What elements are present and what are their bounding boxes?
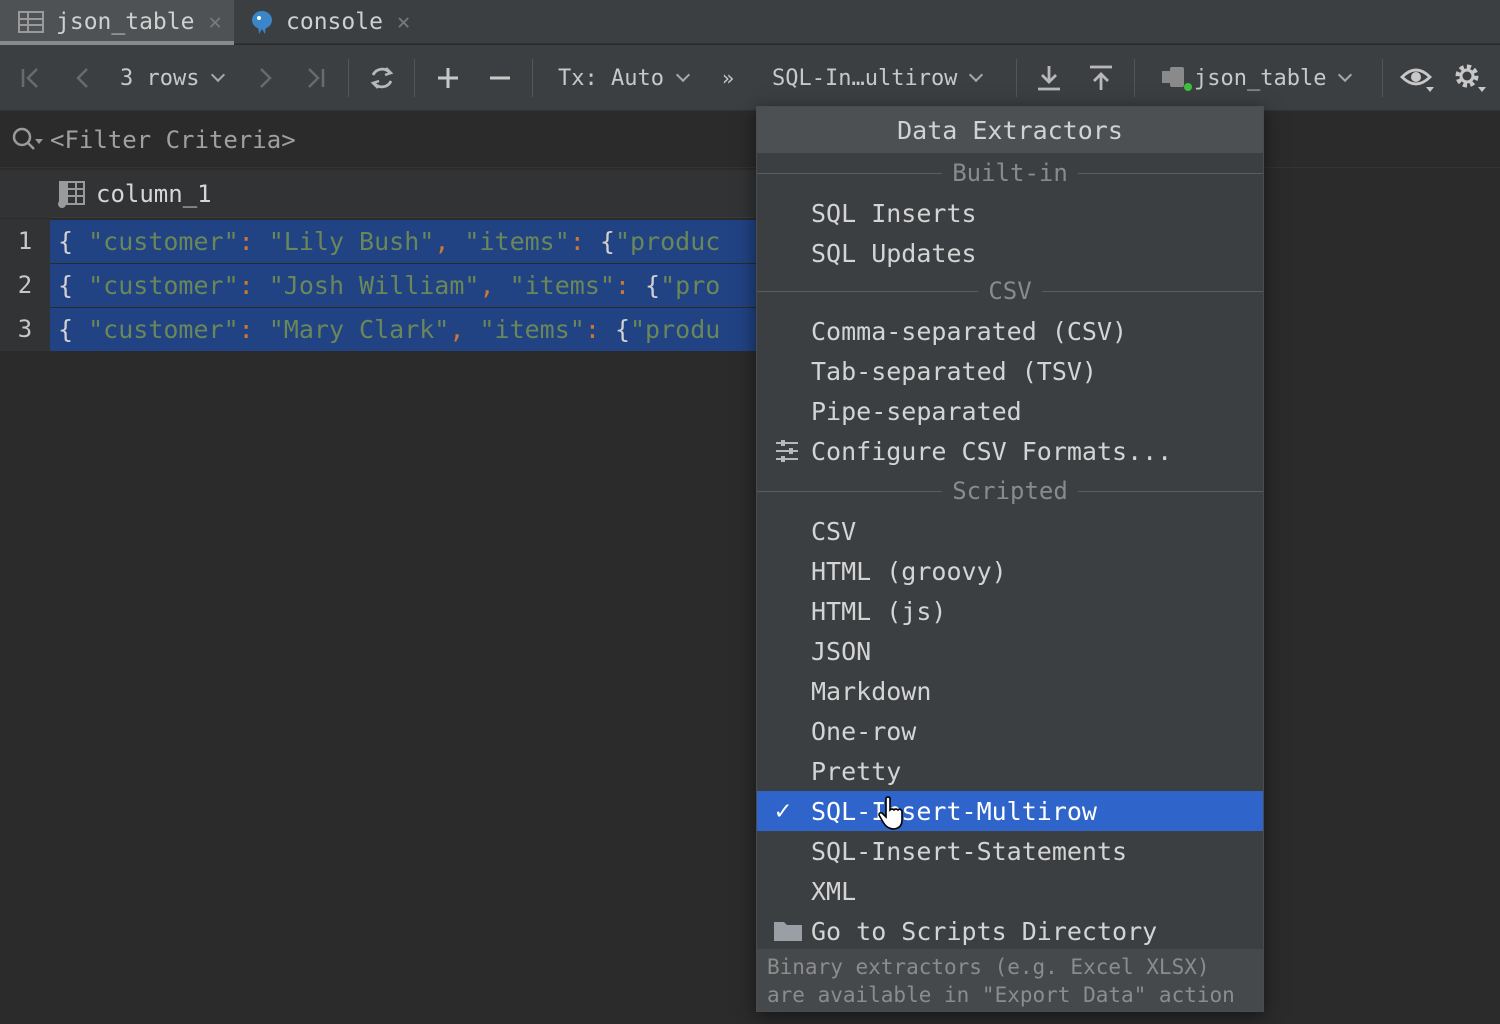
section-built-in: Built-in [757,153,1263,193]
tab-console[interactable]: console ✕ [250,0,430,44]
tab-label: console [286,9,383,35]
previous-page-icon[interactable] [72,45,94,111]
menu-item-tsv[interactable]: Tab-separated (TSV) [757,351,1263,391]
last-page-icon[interactable] [302,45,328,111]
filter-criteria-input[interactable]: <Filter Criteria> [50,126,296,154]
table-cell[interactable]: { "customer": "Josh William", "items": {… [50,263,760,307]
menu-item-one-row[interactable]: One-row [757,711,1263,751]
datasource-label: json_table [1194,65,1327,91]
close-icon[interactable]: ✕ [208,10,221,35]
search-icon [12,127,43,150]
chevron-down-icon [675,67,691,83]
menu-item-xml[interactable]: XML [757,871,1263,911]
transaction-mode-dropdown[interactable]: Tx: Auto [558,45,691,111]
data-extractors-popup: Data Extractors Built-in SQL Inserts SQL… [756,106,1264,1012]
add-row-icon[interactable] [434,45,462,111]
refresh-icon[interactable] [368,45,396,111]
menu-item-csv[interactable]: Comma-separated (CSV) [757,311,1263,351]
table-icon [18,11,44,33]
more-actions-icon[interactable]: » [722,45,734,111]
grid-corner [0,169,50,218]
delete-row-icon[interactable] [486,45,514,111]
menu-item-pretty[interactable]: Pretty [757,751,1263,791]
menu-item-sql-inserts[interactable]: SQL Inserts [757,193,1263,233]
menu-item-sql-updates[interactable]: SQL Updates [757,233,1263,273]
folder-icon [773,911,803,951]
next-page-icon[interactable] [254,45,276,111]
menu-item-sql-insert-multirow[interactable]: ✓ SQL-Insert-Multirow [757,791,1263,831]
rows-count-label: 3 rows [120,65,200,91]
close-icon[interactable]: ✕ [397,10,410,35]
menu-item-pipe-separated[interactable]: Pipe-separated [757,391,1263,431]
menu-item-html-groovy[interactable]: HTML (groovy) [757,551,1263,591]
menu-item-sql-insert-statements[interactable]: SQL-Insert-Statements [757,831,1263,871]
download-icon[interactable] [1034,45,1064,111]
data-extractor-dropdown[interactable]: SQL-In…ultirow [772,45,984,111]
chevron-down-icon [969,67,984,83]
table-cell[interactable]: { "customer": "Mary Clark", "items": {"p… [50,307,760,351]
menu-item-configure-csv-formats[interactable]: Configure CSV Formats... [757,431,1263,471]
rows-count-dropdown[interactable]: 3 rows [120,45,226,111]
row-number: 3 [0,307,50,351]
filter-bar[interactable]: <Filter Criteria> [0,112,1500,168]
menu-item-markdown[interactable]: Markdown [757,671,1263,711]
popup-footer-hint: Binary extractors (e.g. Excel XLSX) are … [757,949,1263,1011]
row-number: 2 [0,263,50,307]
table-row[interactable]: 2 { "customer": "Josh William", "items":… [0,263,760,307]
column-icon [58,180,85,208]
column-header-label[interactable]: column_1 [96,180,212,208]
editor-tab-bar: json_table ✕ console ✕ [0,0,1500,45]
tab-json-table[interactable]: json_table ✕ [0,0,234,45]
table-cell[interactable]: { "customer": "Lily Bush", "items": {"pr… [50,219,760,263]
row-number: 1 [0,219,50,263]
checkmark-icon: ✓ [775,796,791,826]
chevron-down-icon [1338,67,1353,83]
table-row[interactable]: 3 { "customer": "Mary Clark", "items": {… [0,307,760,351]
transaction-mode-label: Tx: Auto [558,65,664,91]
menu-item-html-js[interactable]: HTML (js) [757,591,1263,631]
datasource-icon [1162,67,1192,91]
chevron-down-icon [211,67,226,83]
section-scripted: Scripted [757,471,1263,511]
sliders-icon [773,431,801,471]
postgresql-icon [252,11,272,34]
datasource-dropdown[interactable]: json_table [1160,45,1353,111]
popup-title: Data Extractors [757,107,1263,153]
upload-icon[interactable] [1086,45,1116,111]
section-csv: CSV [757,271,1263,311]
tab-label: json_table [56,9,195,35]
view-eye-icon[interactable] [1400,45,1436,111]
menu-item-json[interactable]: JSON [757,631,1263,671]
grid-header: column_1 [0,169,760,218]
data-extractor-label: SQL-In…ultirow [772,65,958,91]
data-toolbar: 3 rows Tx: Auto » SQL-In…ultirow json_ta… [0,45,1500,111]
first-page-icon[interactable] [18,45,44,111]
table-row[interactable]: 1 { "customer": "Lily Bush", "items": {"… [0,219,760,263]
menu-item-scripted-csv[interactable]: CSV [757,511,1263,551]
hand-cursor-icon [878,796,903,830]
menu-item-go-to-scripts-directory[interactable]: Go to Scripts Directory [757,911,1263,951]
settings-gear-icon[interactable] [1452,45,1488,111]
